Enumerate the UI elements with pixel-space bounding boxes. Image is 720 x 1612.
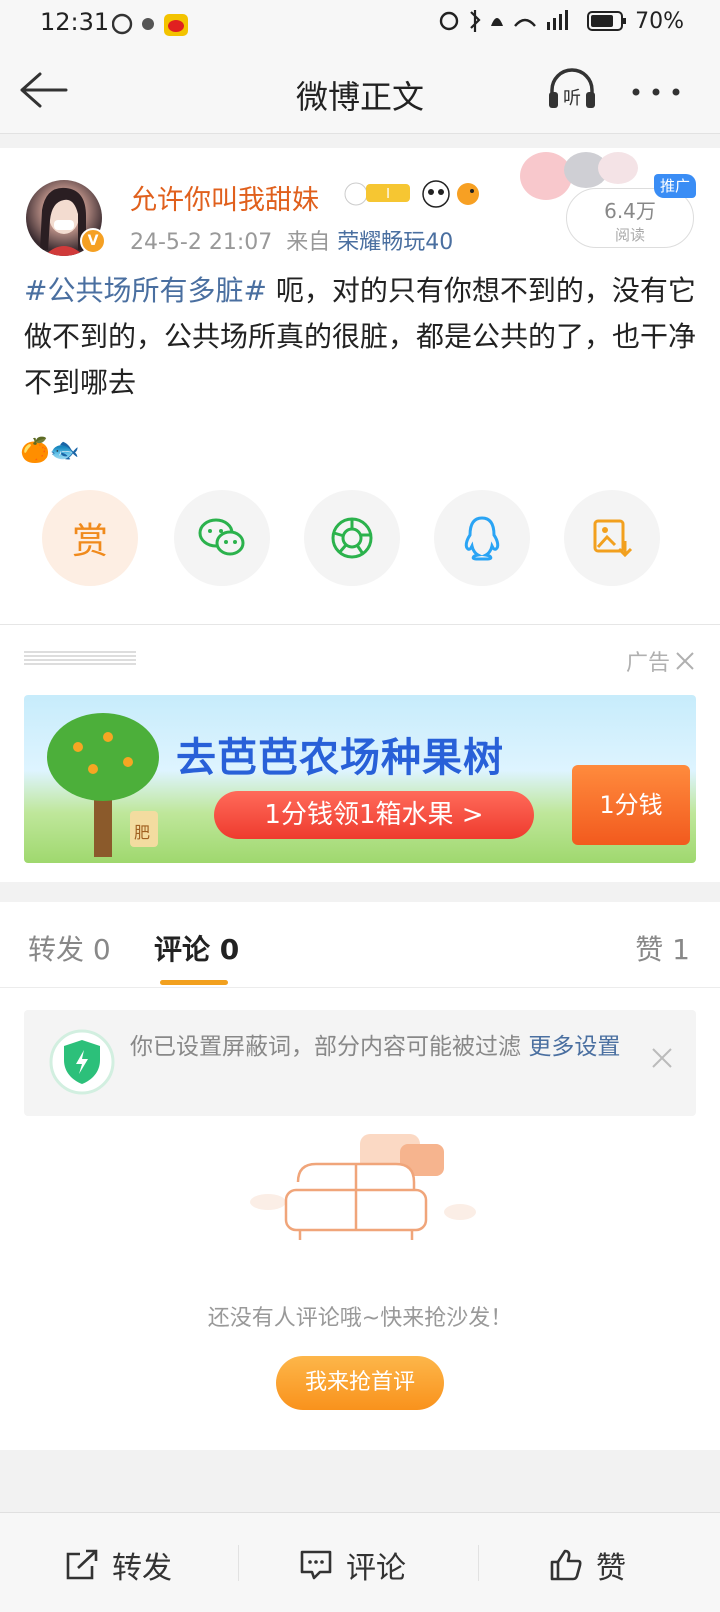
share-moments-button[interactable] xyxy=(304,490,400,586)
post-meta: 24-5-2 21:07 来自 荣耀畅玩40 xyxy=(130,224,453,256)
ad-label: 广告 xyxy=(625,651,670,676)
share-wechat-button[interactable] xyxy=(174,490,270,586)
divider xyxy=(478,1545,479,1581)
tree-icon: 肥 xyxy=(38,707,168,861)
comments-section: 转发 0 评论 0 赞 1 你已设置屏蔽词，部分内容可能被过滤 更多设置 还没有… xyxy=(0,902,720,1450)
filter-notice: 你已设置屏蔽词，部分内容可能被过滤 更多设置 xyxy=(24,1010,696,1116)
svg-text:听: 听 xyxy=(563,88,581,109)
fertilizer-tag: 肥 xyxy=(134,823,151,842)
like-label: 赞 xyxy=(596,1551,626,1586)
share-row: 赏 xyxy=(0,490,720,590)
notice-message: 你已设置屏蔽词，部分内容可能被过滤 xyxy=(130,1034,529,1060)
user-badges: Ⅰ xyxy=(340,176,490,216)
notice-text: 你已设置屏蔽词，部分内容可能被过滤 更多设置 xyxy=(130,1030,630,1064)
tab-likes[interactable]: 赞 1 xyxy=(635,928,690,968)
battery-icon xyxy=(587,11,627,31)
wechat-icon xyxy=(198,518,245,556)
promo-tag: 推广 xyxy=(654,174,696,198)
repost-button[interactable]: 转发 xyxy=(64,1543,172,1587)
close-icon[interactable] xyxy=(650,1046,674,1070)
more-dots-icon xyxy=(632,88,680,96)
listen-button[interactable]: 听 xyxy=(546,68,598,116)
reward-button[interactable]: 赏 xyxy=(42,490,138,586)
status-bar: 12:31 70% xyxy=(0,0,720,48)
post-emojis: 🍊🐟 xyxy=(20,436,80,464)
thumbs-up-icon xyxy=(550,1549,582,1581)
shield-icon xyxy=(49,1029,115,1095)
share-qq-button[interactable] xyxy=(434,490,530,586)
badge-icons: Ⅰ xyxy=(344,180,479,208)
save-image-button[interactable] xyxy=(564,490,660,586)
bottom-action-bar: 转发 评论 赞 xyxy=(0,1512,720,1612)
ad-source-blurred xyxy=(24,651,136,665)
post-source[interactable]: 荣耀畅玩40 xyxy=(337,230,453,255)
empty-comments-text: 还没有人评论哦~快来抢沙发！ xyxy=(207,1306,513,1331)
save-image-icon xyxy=(593,519,633,558)
tab-reposts[interactable]: 转发 0 xyxy=(28,928,111,968)
system-icons xyxy=(439,10,569,32)
clock: 12:31 xyxy=(40,8,110,36)
close-icon[interactable] xyxy=(674,650,696,672)
repost-icon xyxy=(66,1549,98,1580)
like-button[interactable]: 赞 xyxy=(548,1543,626,1587)
post-card: V 允许你叫我甜妹 Ⅰ 24-5-2 21:07 来自 荣耀畅玩40 6.4万 … xyxy=(0,148,720,624)
read-label: 阅读 xyxy=(614,226,645,244)
moments-icon xyxy=(331,517,373,559)
reward-label: 赏 xyxy=(71,521,108,562)
more-button[interactable] xyxy=(630,84,682,103)
headphones-icon: 听 xyxy=(549,68,595,109)
verified-badge: V xyxy=(80,228,106,254)
page-title: 微博正文 xyxy=(295,78,424,116)
ad-cta-button[interactable]: 1分钱领1箱水果 > xyxy=(214,791,534,839)
repost-label: 转发 xyxy=(112,1551,172,1586)
notification-icons xyxy=(111,12,192,42)
qq-icon xyxy=(464,516,500,561)
status-right: 70% xyxy=(439,8,684,34)
sofa-icon xyxy=(250,1134,476,1240)
post-body: #公共场所有多脏# 呃，对的只有你想不到的，没有它做不到的，公共场所真的很脏，都… xyxy=(24,268,704,406)
comment-tabs: 转发 0 评论 0 赞 1 xyxy=(0,902,720,988)
comment-label: 评论 xyxy=(346,1551,406,1586)
top-nav: 微博正文 听 xyxy=(0,48,720,134)
first-comment-button[interactable]: 我来抢首评 xyxy=(276,1356,444,1410)
ad-label-row: 广告 xyxy=(626,645,696,677)
more-settings-link[interactable]: 更多设置 xyxy=(528,1034,620,1060)
svg-text:Ⅰ: Ⅰ xyxy=(386,187,390,202)
divider xyxy=(238,1545,239,1581)
topic-link[interactable]: #公共场所有多脏# xyxy=(24,274,267,307)
username[interactable]: 允许你叫我甜妹 xyxy=(130,178,319,217)
fruit-box: 1分钱 xyxy=(572,765,690,845)
tab-comments[interactable]: 评论 0 xyxy=(154,928,239,968)
ad-banner[interactable]: 肥 去芭芭农场种果树 1分钱领1箱水果 > 1分钱 xyxy=(24,695,696,863)
active-tab-indicator xyxy=(160,980,228,985)
post-date: 24-5-2 21:07 xyxy=(130,230,273,255)
comment-icon xyxy=(300,1550,332,1580)
comment-button[interactable]: 评论 xyxy=(298,1543,406,1587)
read-number: 6.4万 xyxy=(604,199,656,223)
source-label: 来自 xyxy=(286,230,331,255)
ad-card: 广告 肥 去芭芭农场种果树 1分钱领1箱水果 > 1分钱 xyxy=(0,624,720,882)
ad-headline: 去芭芭农场种果树 xyxy=(176,735,504,781)
battery-level: 70% xyxy=(635,8,684,34)
